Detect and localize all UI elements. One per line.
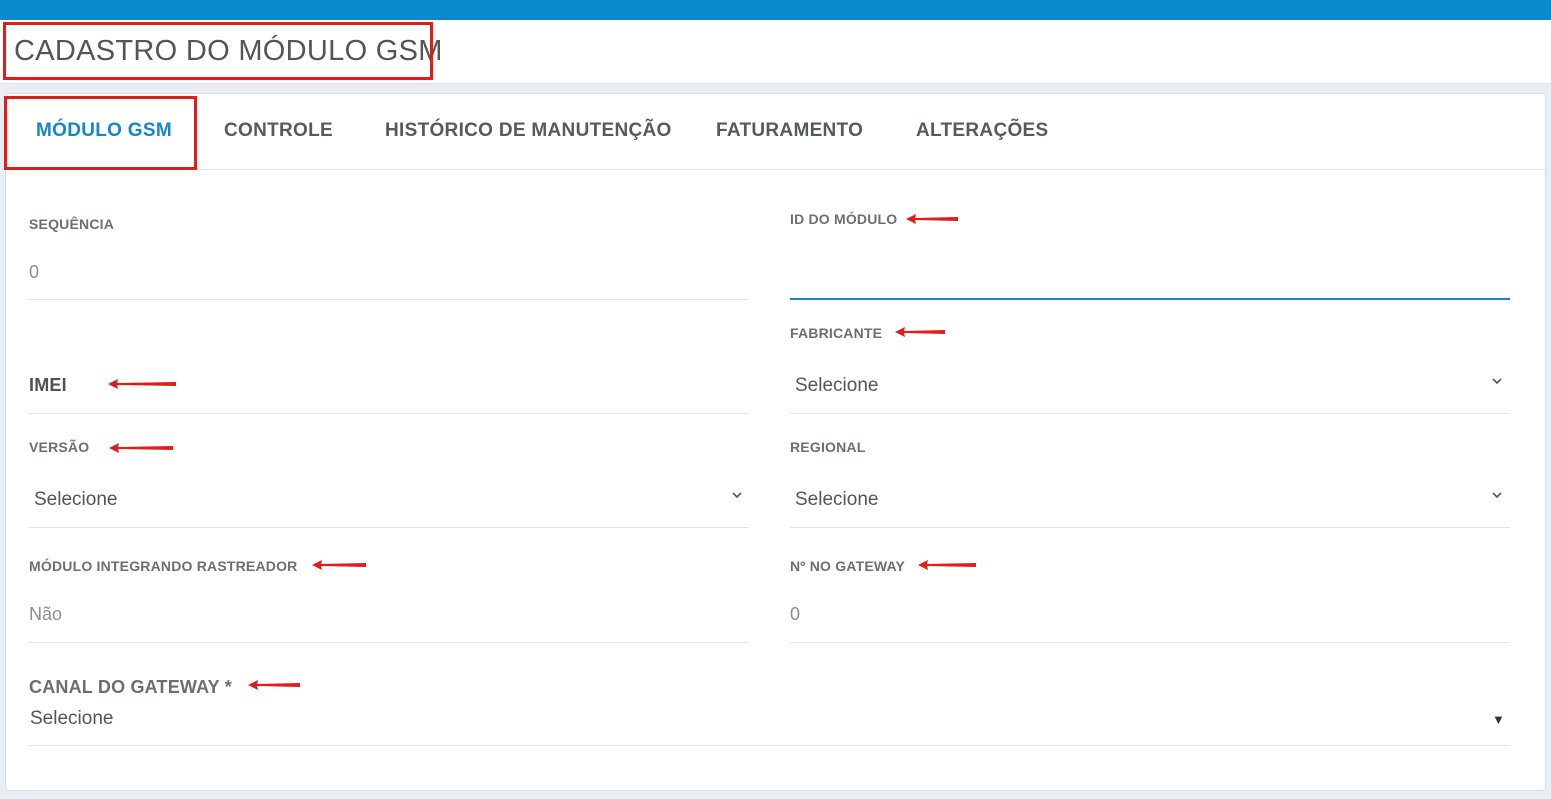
red-arrow-annotation (108, 379, 176, 389)
modulo-integrando-underline (29, 642, 749, 643)
fabricante-select[interactable]: Selecione (795, 375, 878, 397)
versao-label: VERSÃO (29, 439, 90, 455)
red-arrow-annotation (109, 443, 173, 453)
red-arrow-annotation (248, 680, 300, 690)
tab-faturamento[interactable]: FATURAMENTO (716, 120, 863, 142)
canal-gateway-underline (29, 745, 1510, 746)
caret-down-icon[interactable]: ▼ (1492, 712, 1505, 727)
red-arrow-annotation (918, 560, 976, 570)
tab-bar: MÓDULO GSM CONTROLE HISTÓRICO DE MANUTEN… (6, 94, 1545, 170)
id-modulo-input[interactable] (790, 298, 1510, 300)
form-card: MÓDULO GSM CONTROLE HISTÓRICO DE MANUTEN… (5, 93, 1546, 791)
title-highlight-box (3, 22, 433, 80)
red-arrow-annotation (906, 214, 958, 224)
red-arrow-annotation (312, 560, 366, 570)
fabricante-label: FABRICANTE (790, 325, 883, 341)
regional-select[interactable]: Selecione (795, 489, 878, 511)
modulo-integrando-value: Não (29, 604, 63, 624)
versao-underline (29, 527, 749, 528)
tab-alteracoes[interactable]: ALTERAÇÕES (916, 120, 1048, 142)
chevron-down-icon[interactable] (1492, 490, 1502, 500)
no-gateway-label: Nº NO GATEWAY (790, 558, 906, 574)
tab-controle[interactable]: CONTROLE (224, 120, 333, 142)
imei-label: IMEI (29, 375, 67, 395)
canal-gateway-label: CANAL DO GATEWAY * (29, 677, 232, 697)
top-bar (0, 0, 1551, 20)
canal-gateway-select[interactable]: Selecione (30, 708, 113, 730)
sequencia-label: SEQUÊNCIA (29, 216, 115, 232)
no-gateway-underline (790, 642, 1510, 643)
modulo-integrando-label: MÓDULO INTEGRANDO RASTREADOR (29, 558, 298, 574)
chevron-down-icon[interactable] (1492, 376, 1502, 386)
red-arrow-annotation (895, 327, 945, 337)
sequencia-underline (29, 299, 749, 300)
regional-label: REGIONAL (790, 439, 866, 455)
sequencia-value: 0 (29, 262, 40, 282)
fabricante-underline (790, 413, 1510, 414)
versao-select[interactable]: Selecione (34, 489, 117, 511)
id-modulo-label: ID DO MÓDULO (790, 211, 898, 227)
tab-highlight-box (4, 96, 197, 170)
regional-underline (790, 527, 1510, 528)
no-gateway-value: 0 (790, 604, 801, 624)
chevron-down-icon[interactable] (732, 490, 742, 500)
tab-historico-manutencao[interactable]: HISTÓRICO DE MANUTENÇÃO (385, 120, 672, 142)
imei-input[interactable] (29, 413, 749, 414)
